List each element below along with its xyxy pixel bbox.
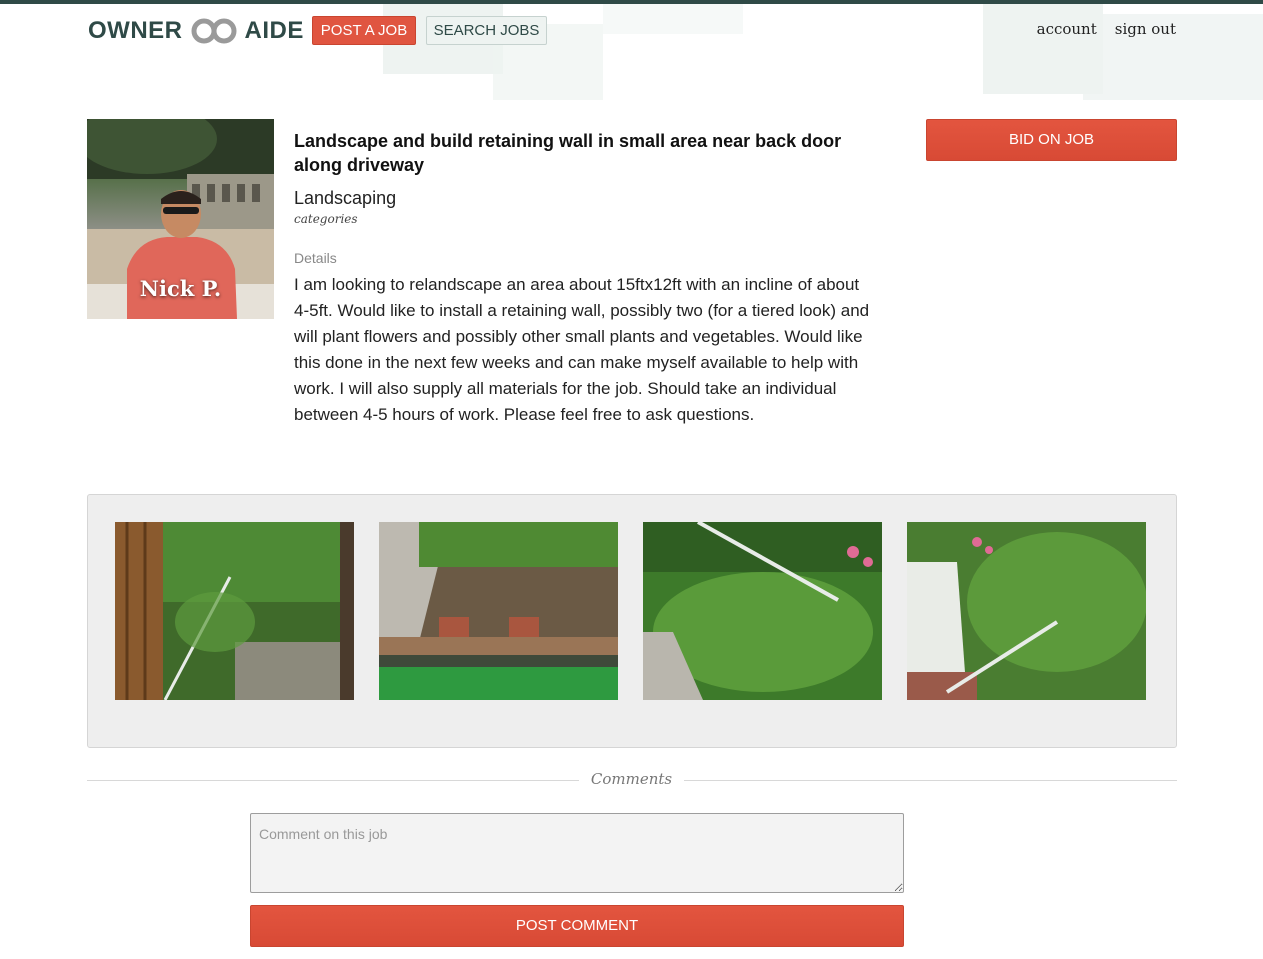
comments-heading: Comments bbox=[0, 770, 1263, 788]
sign-out-link[interactable]: sign out bbox=[1115, 20, 1176, 38]
site-header: OWNER AIDE POST A JOB SEARCH JOBS accoun… bbox=[0, 4, 1263, 64]
job-photo-3[interactable] bbox=[643, 522, 882, 700]
bid-on-job-button[interactable]: BID ON JOB bbox=[926, 119, 1177, 161]
logo-text-aide: AIDE bbox=[244, 17, 304, 44]
job-photo-1[interactable] bbox=[115, 522, 354, 700]
comment-input[interactable] bbox=[250, 813, 904, 893]
job-info: Landscape and build retaining wall in sm… bbox=[294, 129, 874, 428]
job-photo-1-art bbox=[115, 522, 354, 700]
photo-gallery bbox=[87, 494, 1177, 748]
details-label: Details bbox=[294, 250, 337, 266]
job-photo-4-art bbox=[907, 522, 1146, 700]
post-job-button[interactable]: POST A JOB bbox=[312, 16, 416, 45]
account-link[interactable]: account bbox=[1037, 20, 1097, 38]
job-photo-3-art bbox=[643, 522, 882, 700]
post-comment-button[interactable]: POST COMMENT bbox=[250, 905, 904, 947]
job-photo-2[interactable] bbox=[379, 522, 618, 700]
job-category-label: categories bbox=[294, 212, 358, 226]
account-nav: account sign out bbox=[1037, 20, 1176, 38]
logo-mark-icon bbox=[191, 18, 236, 44]
poster-avatar[interactable]: Nick P. bbox=[87, 119, 274, 319]
job-category[interactable]: Landscaping bbox=[294, 188, 874, 209]
job-photo-2-art bbox=[379, 522, 618, 700]
poster-name[interactable]: Nick P. bbox=[87, 276, 274, 301]
logo-text-owner: OWNER bbox=[88, 17, 183, 44]
job-title: Landscape and build retaining wall in sm… bbox=[294, 131, 842, 175]
job-details: I am looking to relandscape an area abou… bbox=[294, 275, 870, 424]
search-jobs-button[interactable]: SEARCH JOBS bbox=[426, 16, 547, 45]
job-photo-4[interactable] bbox=[907, 522, 1146, 700]
comments-heading-text: Comments bbox=[578, 770, 685, 788]
site-logo[interactable]: OWNER AIDE bbox=[88, 16, 304, 46]
